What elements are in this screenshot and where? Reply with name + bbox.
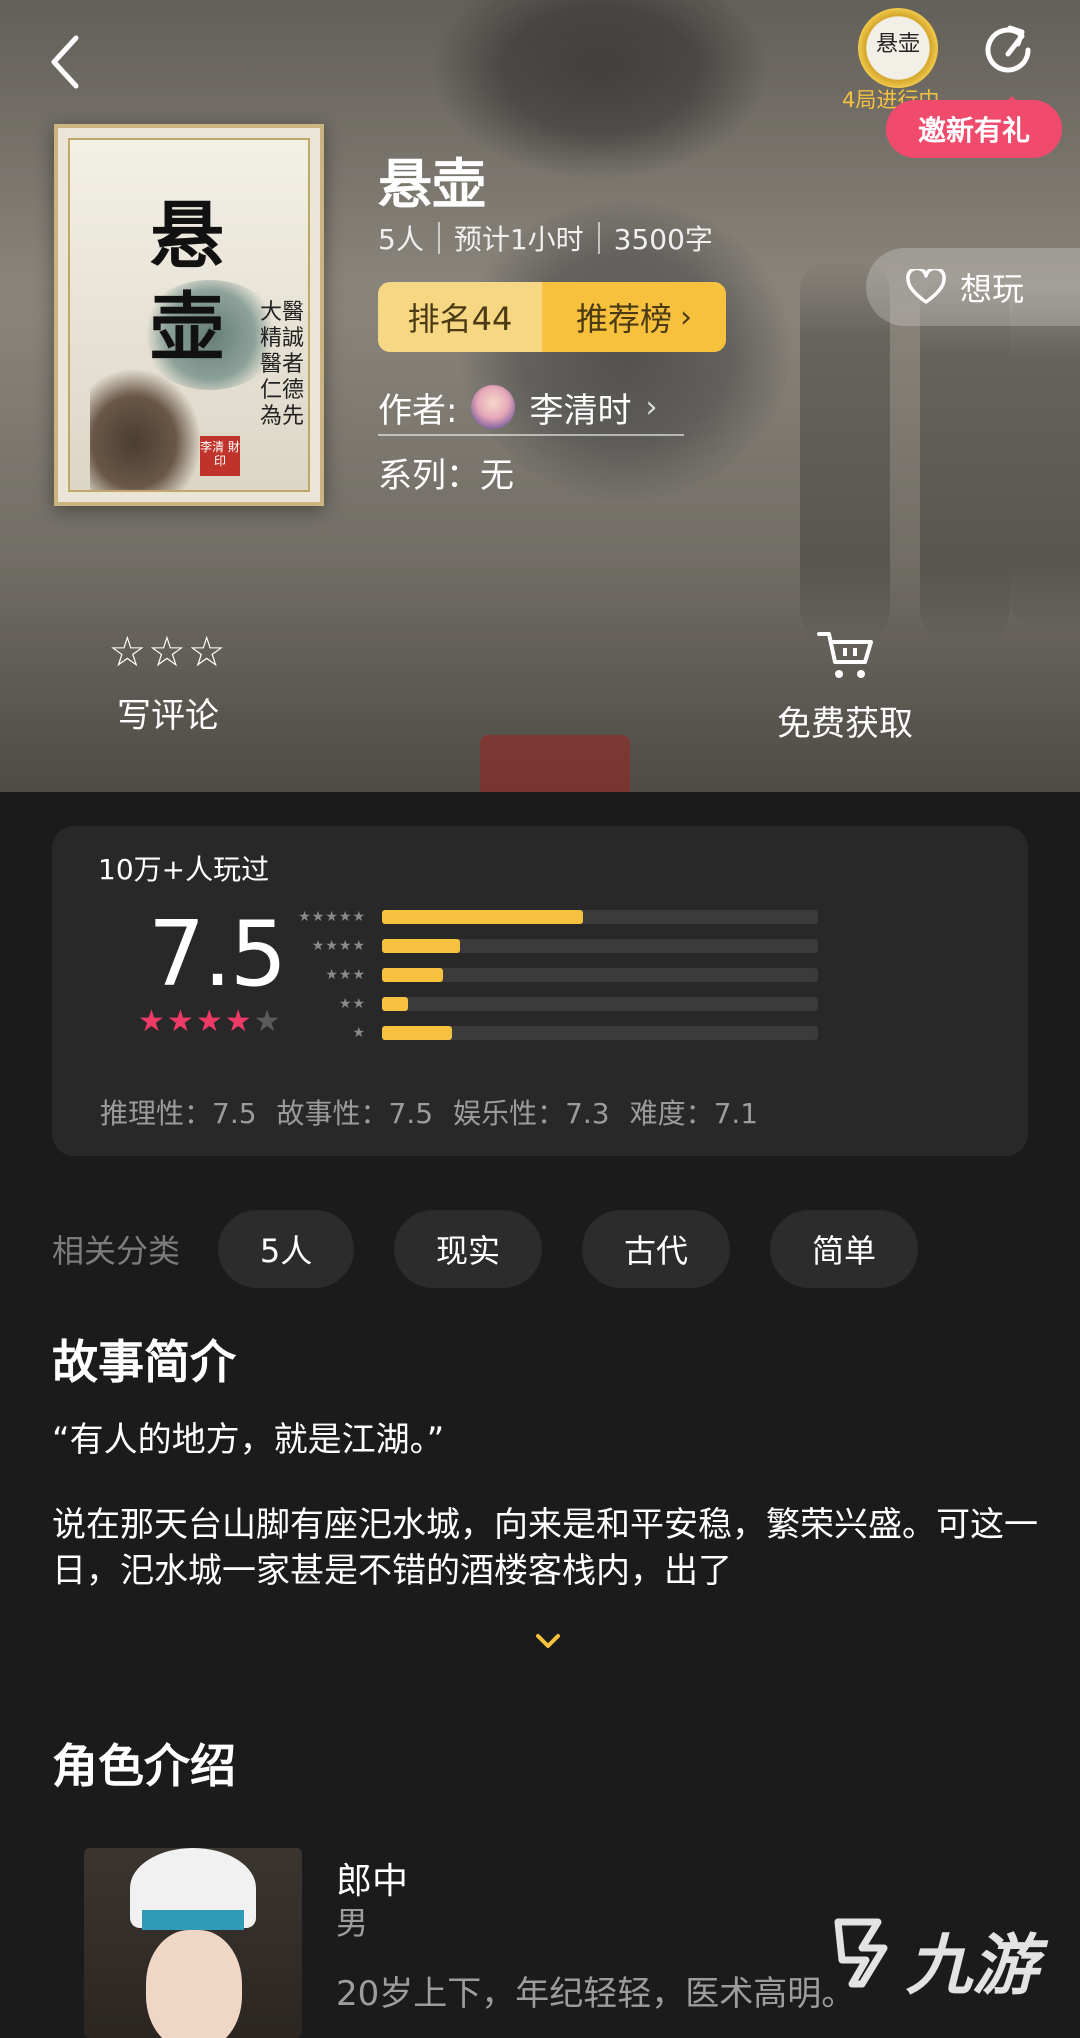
cover-figures — [90, 370, 200, 490]
sub-score: 故事性：7.5 — [276, 1097, 434, 1130]
rating-bar-fill — [382, 909, 583, 924]
want-to-play-button[interactable]: 想玩 — [866, 248, 1080, 326]
star-icon: ★ — [224, 1004, 254, 1039]
cart-icon — [817, 632, 873, 678]
rating-bar-track — [382, 938, 818, 953]
related-categories: 相关分类 5人 现实 古代 简单 — [52, 1210, 958, 1288]
story-quote: “有人的地方，就是江湖。” — [52, 1420, 445, 1460]
author-avatar — [471, 385, 516, 429]
rating-bar-row: ★★★★ — [284, 931, 844, 960]
cover-title: 悬壶 — [150, 193, 224, 371]
share-button[interactable] — [980, 20, 1040, 80]
watermark-text: 九游 — [906, 1927, 1038, 2004]
category-chip[interactable]: 简单 — [770, 1210, 919, 1288]
played-count: 10万+人玩过 — [98, 853, 270, 886]
cover-vertical-text: 大醫精誠 醫者仁德為先 — [260, 300, 305, 429]
rating-bar-row: ★★★ — [284, 960, 844, 989]
sub-score: 难度：7.1 — [629, 1097, 759, 1130]
rating-distribution: ★★★★★ ★★★★ ★★★ ★★ ★ — [284, 902, 844, 1047]
category-chip[interactable]: 古代 — [582, 1210, 731, 1288]
invite-badge[interactable]: 邀新有礼 — [886, 96, 1062, 158]
rating-bar-row: ★ — [284, 1018, 844, 1047]
rating-score: 7.5 — [148, 902, 287, 1007]
rating-stars: ★★★★★ — [138, 1004, 283, 1039]
chevron-down-icon — [536, 1634, 560, 1648]
rank-pill[interactable]: 排名44 推荐榜 › — [378, 282, 726, 352]
sub-scores: 推理性：7.5 故事性：7.5 娱乐性：7.3 难度：7.1 — [100, 1092, 758, 1132]
star-icon: ★ — [195, 1004, 225, 1039]
rating-bar-row: ★★★★★ — [284, 902, 844, 931]
chevron-right-icon: › — [680, 299, 692, 335]
game-meta: 5人 预计1小时 3500字 — [378, 218, 713, 258]
rating-bar-stars: ★★ — [338, 995, 366, 1012]
avatar-text: 悬壶 — [875, 32, 920, 57]
rating-bar-track — [382, 909, 818, 924]
rating-bar-stars: ★★★★★ — [298, 908, 366, 925]
share-icon — [985, 25, 1031, 73]
category-chip[interactable]: 5人 — [218, 1210, 355, 1288]
rank-label: 排名44 — [378, 282, 542, 352]
star-icon: ★ — [166, 1004, 196, 1039]
duration: 预计1小时 — [453, 223, 584, 256]
expand-button[interactable] — [528, 1622, 568, 1662]
rating-bar-stars: ★ — [352, 1024, 366, 1041]
rating-bar-row: ★★ — [284, 989, 844, 1018]
free-get-label: 免费获取 — [777, 704, 913, 744]
rating-bar-fill — [382, 1025, 452, 1040]
series-info: 系列：无 — [378, 456, 514, 496]
free-get-button[interactable]: 免费获取 — [760, 628, 930, 745]
author-name: 李清时 — [529, 390, 632, 431]
want-label: 想玩 — [960, 270, 1025, 308]
sub-score: 推理性：7.5 — [100, 1097, 257, 1130]
categories-label: 相关分类 — [52, 1232, 181, 1270]
character-description: 20岁上下，年纪轻轻，医术高明。 — [336, 1974, 856, 2014]
jiuyou-logo-icon — [834, 1918, 888, 1988]
heart-icon — [906, 269, 946, 304]
author-prefix: 作者: — [378, 390, 458, 431]
rating-card: 10万+人玩过 7.5 ★★★★★ ★★★★★ ★★★★ ★★★ ★★ ★ 推理性：7.… — [52, 826, 1028, 1156]
story-section-title: 故事简介 — [52, 1335, 236, 1389]
game-avatar[interactable]: 悬壶 — [858, 8, 938, 88]
watermark-logo: 九游 — [822, 1902, 1048, 2006]
back-button[interactable] — [44, 30, 92, 94]
character-name: 郎中 — [336, 1861, 409, 1902]
characters-section-title: 角色介绍 — [52, 1739, 236, 1793]
hero-banner: 悬壶 4局进行中 邀新有礼 悬壶 大醫精誠 醫者仁德為先 李清 財印 悬壶 5人… — [0, 0, 1080, 792]
story-intro: 说在那天台山脚有座汜水城，向来是和平安稳，繁荣兴盛。可这一日，汜水城一家甚是不错… — [52, 1505, 1038, 1591]
player-count: 5人 — [378, 223, 424, 256]
rating-bar-stars: ★★★★ — [311, 937, 366, 954]
rating-bar-fill — [382, 938, 461, 953]
write-review-label: 写评论 — [117, 696, 219, 736]
character-portrait[interactable] — [84, 1848, 302, 2038]
rating-bar-track — [382, 1025, 818, 1040]
rating-bar-track — [382, 996, 818, 1011]
rating-bar-track — [382, 967, 818, 982]
rating-bar-stars: ★★★ — [325, 966, 366, 983]
game-cover: 悬壶 大醫精誠 醫者仁德為先 李清 財印 — [54, 124, 324, 506]
chevron-right-icon: › — [645, 389, 658, 425]
chevron-left-icon — [51, 35, 79, 89]
recommend-board-link[interactable]: 推荐榜 › — [542, 282, 726, 352]
write-review-button[interactable]: ☆☆☆ 写评论 — [98, 628, 238, 737]
author-link[interactable]: 作者: 李清时 › — [378, 380, 684, 436]
star-icon: ★ — [253, 1004, 283, 1039]
game-title: 悬壶 — [378, 152, 486, 216]
star-icon: ★ — [138, 1004, 167, 1039]
character-gender: 男 — [336, 1904, 369, 1942]
board-label: 推荐榜 — [575, 300, 672, 338]
word-count: 3500字 — [613, 223, 713, 256]
sub-score: 娱乐性：7.3 — [453, 1097, 610, 1130]
category-chip[interactable]: 现实 — [394, 1210, 543, 1288]
rating-bar-fill — [382, 967, 444, 982]
rating-bar-fill — [382, 996, 409, 1011]
cover-seal: 李清 財印 — [200, 436, 240, 476]
star-outline-icon: ☆☆☆ — [108, 627, 228, 676]
